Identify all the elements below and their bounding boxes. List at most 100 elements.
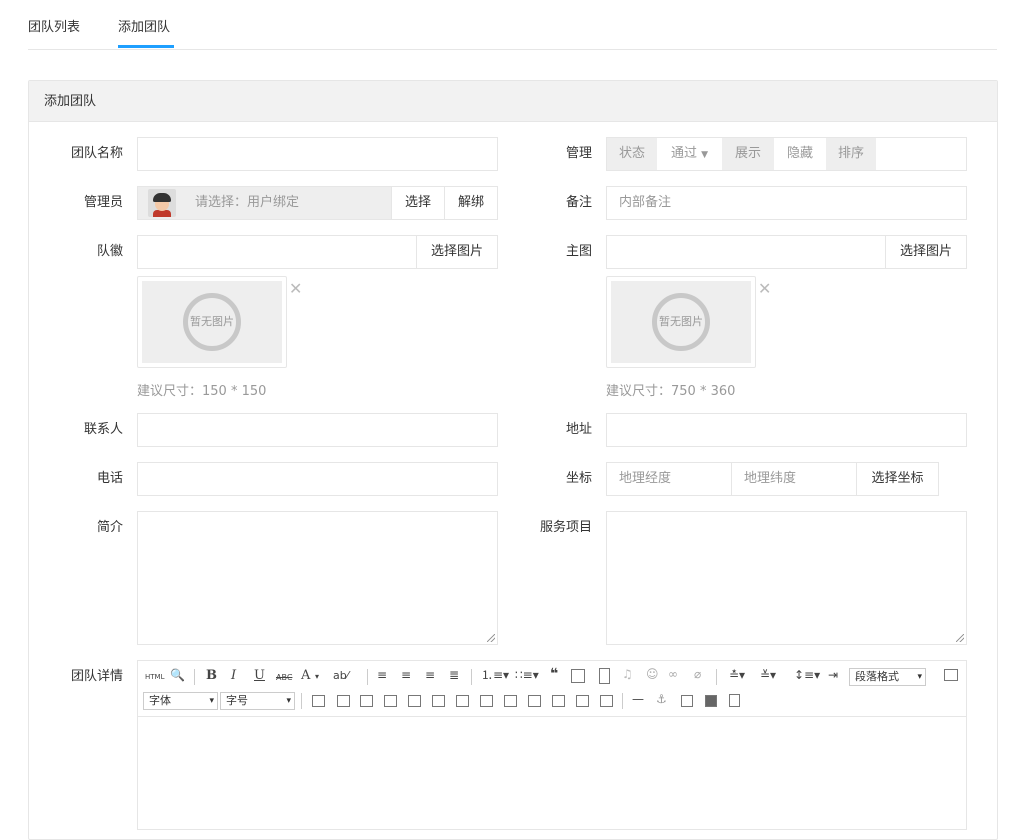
status-select[interactable]: 通过 ▼ [657, 138, 722, 170]
indent-icon[interactable]: ⇥ [828, 667, 838, 683]
paste-icon[interactable] [729, 694, 740, 707]
split-rows-icon[interactable] [552, 695, 565, 707]
badge-size-hint: 建议尺寸：150 * 150 [137, 384, 267, 399]
paragraph-format-select[interactable]: 段落格式 ▾ [849, 668, 926, 686]
main-image-input[interactable] [606, 235, 886, 269]
anchor-icon[interactable]: ⚓ [656, 691, 667, 707]
tab-active-indicator [118, 45, 174, 48]
latitude-input[interactable]: 地理纬度 [731, 462, 857, 496]
delete-col-icon[interactable] [432, 695, 445, 707]
split-icon[interactable] [456, 695, 469, 707]
font-size-select[interactable]: 字号 ▾ [220, 692, 295, 710]
main-image-preview: 暂无图片 [606, 276, 756, 368]
chevron-down-icon: ▾ [209, 696, 214, 706]
html-source-button[interactable]: HTML [145, 669, 164, 685]
align-center-icon[interactable]: ≡ [401, 667, 411, 683]
unordered-list-icon[interactable]: ∷≡▾ [515, 667, 539, 683]
caret-down-icon: ▼ [701, 150, 709, 160]
font-size-value: 字号 [226, 694, 248, 707]
merge-right-icon[interactable] [504, 695, 517, 707]
insert-table-icon[interactable] [312, 695, 325, 707]
sort-label: 排序 [826, 138, 876, 170]
select-main-image-button[interactable]: 选择图片 [885, 235, 967, 269]
show-toggle[interactable]: 隐藏 [774, 138, 826, 170]
print-icon[interactable] [705, 695, 717, 707]
align-right-icon[interactable]: ≡ [425, 667, 435, 683]
emotion-icon[interactable]: ☺ [646, 666, 659, 682]
sort-input[interactable] [876, 138, 966, 170]
font-family-select[interactable]: 字体 ▾ [143, 692, 218, 710]
strikethrough-button[interactable]: ABC [276, 670, 292, 686]
contact-input[interactable] [137, 413, 498, 447]
horizontal-rule-icon[interactable]: — [632, 691, 644, 707]
contact-label: 联系人 [83, 422, 123, 437]
chevron-down-icon: ▾ [286, 696, 291, 706]
highlight-icon[interactable]: ab⁄ [333, 668, 349, 684]
status-select-value: 通过 [670, 146, 697, 161]
tab-team-list[interactable]: 团队列表 [28, 16, 80, 35]
align-justify-icon[interactable]: ≣ [449, 667, 459, 683]
resize-handle-icon[interactable] [956, 634, 964, 642]
select-coord-button[interactable]: 选择坐标 [856, 462, 939, 496]
line-height-icon[interactable]: ↕≡▾ [794, 667, 820, 683]
manage-group: 状态 通过 ▼ 展示 隐藏 排序 [606, 137, 967, 171]
eraser-icon[interactable]: ⌀ [694, 666, 701, 682]
phone-label: 电话 [96, 471, 123, 486]
main-image-label: 主图 [565, 244, 592, 259]
date-icon[interactable] [681, 695, 693, 707]
split-cols-icon[interactable] [576, 695, 589, 707]
editor-content[interactable] [138, 717, 966, 817]
table-props-icon[interactable] [337, 695, 350, 707]
row-spacing-top-icon[interactable]: ≛▾ [729, 667, 745, 683]
admin-label: 管理员 [83, 195, 123, 210]
font-color-button[interactable]: A [301, 668, 310, 684]
video-icon[interactable] [599, 668, 610, 684]
tab-add-team[interactable]: 添加团队 [118, 16, 170, 35]
link-icon[interactable]: ∞ [668, 666, 678, 682]
image-icon[interactable] [571, 669, 585, 683]
ordered-list-icon[interactable]: ⒈≡▾ [481, 667, 509, 683]
chevron-down-icon[interactable]: ▾ [315, 669, 319, 685]
close-icon[interactable]: ✕ [289, 279, 302, 298]
insert-col-icon[interactable] [408, 695, 421, 707]
caption-icon[interactable] [360, 695, 373, 707]
select-admin-button[interactable]: 选择 [391, 186, 445, 220]
longitude-input[interactable]: 地理经度 [606, 462, 732, 496]
address-label: 地址 [565, 422, 592, 437]
admin-input[interactable]: 请选择：用户绑定 [137, 186, 392, 220]
services-textarea[interactable] [606, 511, 967, 645]
align-left-icon[interactable]: ≡ [377, 667, 387, 683]
address-input[interactable] [606, 413, 967, 447]
badge-label: 队徽 [96, 244, 123, 259]
italic-button[interactable]: I [231, 668, 236, 684]
remark-label: 备注 [565, 195, 592, 210]
services-label: 服务项目 [539, 520, 592, 535]
bold-button[interactable]: B [206, 668, 217, 684]
row-spacing-bottom-icon[interactable]: ≚▾ [760, 667, 776, 683]
show-label: 展示 [722, 138, 774, 170]
team-name-input[interactable] [137, 137, 498, 171]
intro-label: 简介 [96, 520, 123, 535]
tab-bar: 团队列表 添加团队 [28, 0, 997, 50]
manage-label: 管理 [565, 146, 592, 161]
music-icon[interactable]: ♫ [622, 666, 633, 682]
close-icon[interactable]: ✕ [758, 279, 771, 298]
blockquote-icon[interactable]: ❝ [550, 666, 558, 682]
merge-down-icon[interactable] [528, 695, 541, 707]
paragraph-format-value: 段落格式 [855, 670, 899, 683]
underline-button[interactable]: U [254, 668, 265, 684]
resize-handle-icon[interactable] [487, 634, 495, 642]
badge-input[interactable] [137, 235, 417, 269]
fullscreen-icon[interactable] [944, 669, 958, 681]
unbind-admin-button[interactable]: 解绑 [444, 186, 498, 220]
intro-textarea[interactable] [137, 511, 498, 645]
no-image-text: 暂无图片 [659, 315, 703, 328]
select-badge-button[interactable]: 选择图片 [416, 235, 498, 269]
insert-row-icon[interactable] [384, 695, 397, 707]
merge-cells-icon[interactable] [480, 695, 493, 707]
panel-title: 添加团队 [29, 81, 997, 122]
remark-input[interactable]: 内部备注 [606, 186, 967, 220]
split-cells-icon[interactable] [600, 695, 613, 707]
preview-icon[interactable]: 🔍 [170, 667, 185, 683]
phone-input[interactable] [137, 462, 498, 496]
